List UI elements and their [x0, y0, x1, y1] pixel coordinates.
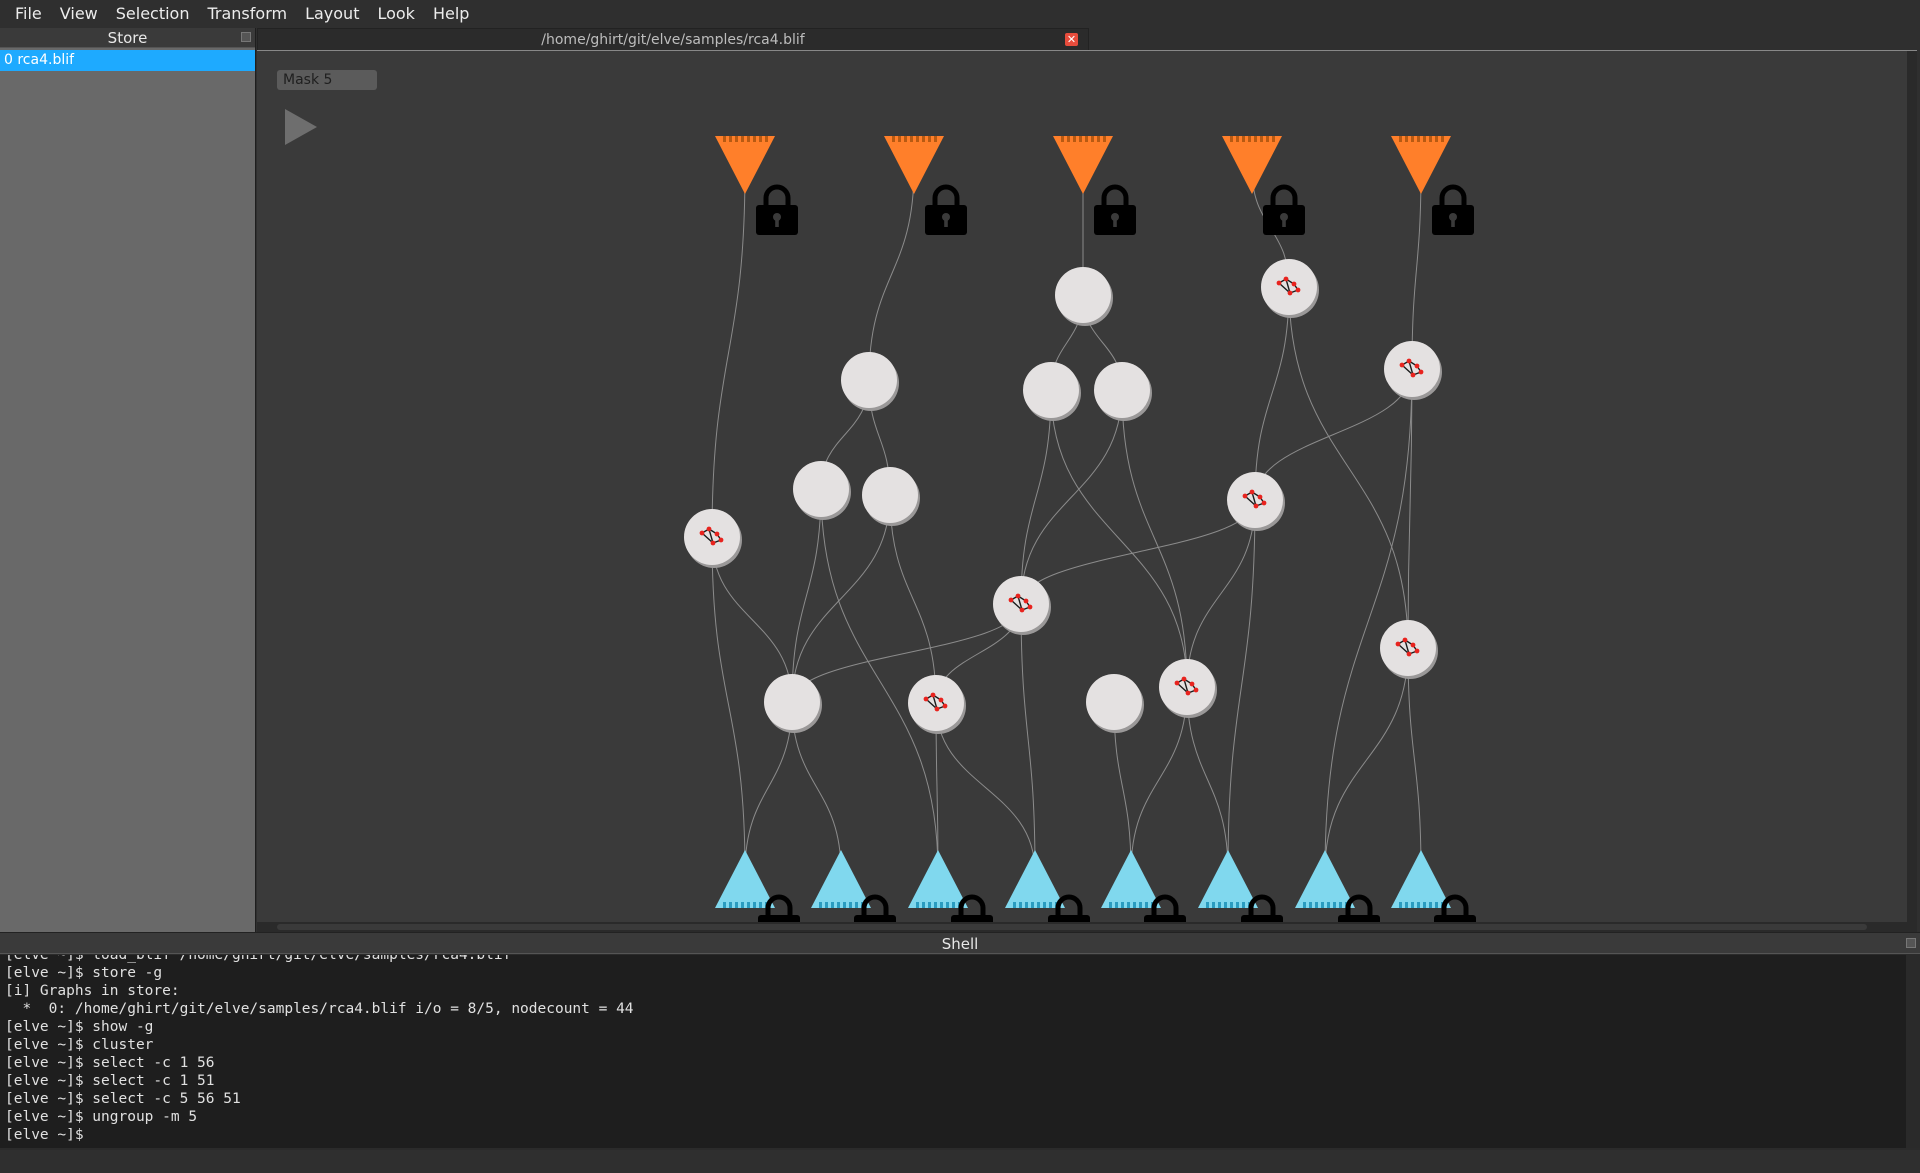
graph-edge: [1407, 647, 1422, 873]
input-port-node[interactable]: [1222, 136, 1282, 194]
logic-node[interactable]: [841, 352, 899, 411]
document-tab[interactable]: /home/ghirt/git/elve/samples/rca4.blif ✕: [257, 28, 1089, 50]
shell-line: [elve ~]$ ungroup -m 5: [5, 1109, 198, 1125]
status-bar: [0, 1150, 1920, 1173]
lock-icon: [925, 187, 967, 235]
play-icon[interactable]: [283, 107, 319, 147]
shell-console[interactable]: [elve ~]$ load_blif /home/ghirt/git/elve…: [0, 955, 1906, 1148]
shell-line: [elve ~]$ load_blif /home/ghirt/git/elve…: [5, 955, 512, 963]
cluster-node[interactable]: [684, 509, 742, 568]
shell-header: Shell: [0, 932, 1920, 954]
input-port-node[interactable]: [884, 136, 944, 194]
graph-edge: [1324, 368, 1413, 873]
shell-line: [elve ~]$ show -g: [5, 1019, 154, 1035]
shell-scrollbar[interactable]: [1906, 955, 1920, 1148]
graph-edge: [868, 168, 915, 381]
menu-file[interactable]: File: [6, 0, 51, 28]
close-tab-icon[interactable]: ✕: [1065, 33, 1078, 46]
shell-line: [i] Graphs in store:: [5, 983, 180, 999]
shell-prompt[interactable]: [elve ~]$: [5, 1126, 1906, 1144]
horizontal-scrollbar-thumb[interactable]: [277, 924, 1867, 930]
logic-node[interactable]: [1023, 362, 1081, 421]
output-port-node[interactable]: [1198, 850, 1258, 908]
output-port-node[interactable]: [1101, 850, 1161, 908]
shell-panel: Shell [elve ~]$ load_blif /home/ghirt/gi…: [0, 932, 1920, 1150]
graph-edge: [1121, 389, 1188, 688]
output-port-node[interactable]: [1005, 850, 1065, 908]
document-tab-bar: /home/ghirt/git/elve/samples/rca4.blif ✕: [257, 28, 1920, 50]
graph-edge: [711, 536, 746, 873]
store-float-button[interactable]: [241, 32, 251, 42]
input-port-node[interactable]: [715, 136, 775, 194]
menu-look[interactable]: Look: [368, 0, 423, 28]
graph-edge: [1020, 603, 1036, 873]
graph-edge: [1227, 499, 1256, 873]
input-port-node[interactable]: [1053, 136, 1113, 194]
horizontal-scrollbar[interactable]: [257, 922, 1917, 932]
vertical-scrollbar[interactable]: [1907, 51, 1917, 923]
lock-icon: [756, 187, 798, 235]
shell-line: [elve ~]$ select -c 1 56: [5, 1055, 215, 1071]
output-port-node[interactable]: [811, 850, 871, 908]
graph-canvas[interactable]: Mask 5: [257, 50, 1917, 932]
store-item-rca4[interactable]: 0 rca4.blif: [0, 50, 255, 71]
logic-node[interactable]: [1086, 674, 1144, 733]
shell-line: [elve ~]$ store -g: [5, 965, 163, 981]
output-port-node[interactable]: [1295, 850, 1355, 908]
shell-line: [elve ~]$ cluster: [5, 1037, 154, 1053]
cluster-node[interactable]: [1384, 341, 1442, 400]
graph-edge: [1254, 368, 1413, 501]
output-port-node[interactable]: [1391, 850, 1451, 908]
graph-edge: [1050, 389, 1188, 688]
logic-node[interactable]: [764, 674, 822, 733]
graph-edge: [1411, 168, 1422, 370]
cluster-node[interactable]: [1159, 659, 1217, 718]
graph-edge: [1288, 286, 1409, 649]
graph-edge: [889, 494, 937, 704]
menu-layout[interactable]: Layout: [296, 0, 368, 28]
graph-edge: [711, 168, 746, 538]
lock-icon: [1263, 187, 1305, 235]
shell-line: [elve ~]$ select -c 5 56 51: [5, 1091, 241, 1107]
lock-icon: [1432, 187, 1474, 235]
menu-transform[interactable]: Transform: [198, 0, 296, 28]
graph-edge: [791, 488, 822, 703]
shell-line: [elve ~]$ select -c 1 51: [5, 1073, 215, 1089]
shell-title: Shell: [941, 935, 979, 953]
graph-edge: [1020, 499, 1256, 605]
logic-node[interactable]: [862, 467, 920, 526]
menu-help[interactable]: Help: [424, 0, 478, 28]
graph-view[interactable]: [257, 51, 1917, 932]
logic-node[interactable]: [793, 461, 851, 520]
graph-edge: [1324, 647, 1409, 873]
cluster-node[interactable]: [1227, 472, 1285, 531]
store-title: Store: [107, 29, 148, 47]
graph-edge: [791, 494, 891, 703]
graph-edge: [1020, 389, 1052, 605]
store-header: Store: [0, 28, 255, 48]
mask-label: Mask 5: [277, 70, 377, 90]
shell-float-button[interactable]: [1906, 938, 1916, 948]
cluster-node[interactable]: [1380, 620, 1438, 679]
lock-icon: [1094, 187, 1136, 235]
store-panel: Store 0 rca4.blif: [0, 28, 256, 932]
output-port-node[interactable]: [715, 850, 775, 908]
output-port-node[interactable]: [908, 850, 968, 908]
shell-line: * 0: /home/ghirt/git/elve/samples/rca4.b…: [5, 1001, 634, 1017]
graph-edge: [1254, 286, 1290, 501]
graph-edge: [791, 603, 1022, 703]
logic-node[interactable]: [1094, 362, 1152, 421]
cluster-node[interactable]: [908, 675, 966, 734]
logic-node[interactable]: [1055, 267, 1113, 326]
cluster-node[interactable]: [1261, 259, 1319, 318]
menu-bar: File View Selection Transform Layout Loo…: [0, 0, 1920, 28]
document-tab-title: /home/ghirt/git/elve/samples/rca4.blif: [541, 32, 805, 48]
input-port-node[interactable]: [1391, 136, 1451, 194]
menu-selection[interactable]: Selection: [107, 0, 199, 28]
store-list: 0 rca4.blif: [0, 48, 255, 71]
menu-view[interactable]: View: [51, 0, 107, 28]
node-layer: [684, 136, 1476, 932]
